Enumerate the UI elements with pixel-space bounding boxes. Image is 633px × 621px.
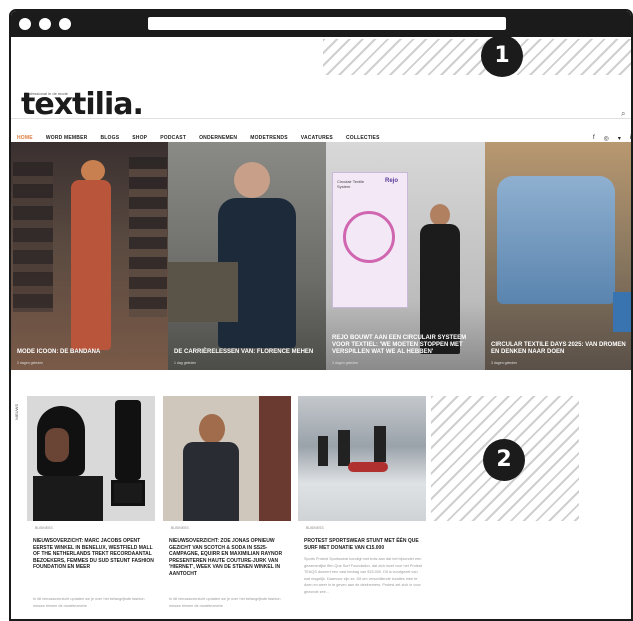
section-label: NIEUWS: [14, 404, 19, 420]
hero-date: 2 dagen geleden: [17, 361, 44, 365]
window-maximize-dot[interactable]: [59, 18, 71, 30]
card-tag: BUSINESS: [35, 526, 53, 530]
circular-diagram-image: [343, 211, 395, 263]
poster-title: Circulair Textile System: [337, 179, 365, 189]
card-title[interactable]: NIEUWSOVERZICHT: MARC JACOBS OPENT EERST…: [33, 538, 155, 571]
card-title[interactable]: PROTEST SPORTSWEAR STUNT MET ÉÉN QUE SUR…: [304, 538, 426, 551]
side-photo-image: [259, 396, 291, 521]
card-tag: BUSINESS: [171, 526, 189, 530]
hero-date: 1 dag geleden: [174, 361, 197, 365]
hero-article-1[interactable]: MODE ICOON: DE BANDANA 2 dagen geleden: [11, 142, 168, 370]
article-image: [298, 396, 426, 521]
hero-article-3[interactable]: Circulair Textile System Rejo REJO BOUWT…: [326, 142, 485, 370]
hero-caption: CIRCULAR TEXTILE DAYS 2025: VAN DROMEN E…: [491, 342, 626, 355]
social-links: f ◎ ▾ in: [584, 135, 631, 142]
article-image: [163, 396, 291, 521]
surfer-image: [338, 430, 350, 466]
browser-window: 1 Professional in de mode textilia. ⌕ HO…: [9, 9, 633, 621]
model-head-image: [199, 414, 225, 444]
ad-placeholder-top: [323, 39, 631, 75]
hero-article-2[interactable]: DE CARRIÈRELESSEN VAN: FLORENCE MEHEN 1 …: [168, 142, 326, 370]
hero-caption: DE CARRIÈRELESSEN VAN: FLORENCE MEHEN: [174, 349, 314, 355]
instagram-icon[interactable]: ◎: [604, 135, 609, 142]
address-bar[interactable]: [148, 17, 506, 30]
bag-image: [111, 480, 145, 506]
site-logo[interactable]: textilia.: [21, 87, 144, 122]
surfboard-image: [348, 462, 388, 472]
denim-jacket-image: [497, 176, 615, 304]
model-tank-image: [183, 442, 239, 521]
poster-brand: Rejo: [385, 178, 399, 184]
model-head-image: [81, 160, 105, 182]
hero-date: 3 dagen geleden: [332, 361, 359, 365]
window-minimize-dot[interactable]: [39, 18, 51, 30]
article-card-2[interactable]: BUSINESS NIEUWSOVERZICHT: ZOE JONAS OPNI…: [163, 396, 291, 608]
surfer-image: [374, 426, 386, 462]
hero-date: 3 dagen geleden: [491, 361, 518, 365]
glove-image: [115, 400, 141, 480]
display-sign-image: [613, 292, 631, 332]
card-tag: BUSINESS: [306, 526, 324, 530]
hero-caption: MODE ICOON: DE BANDANA: [17, 349, 101, 355]
person-head-image: [430, 204, 450, 226]
surfer-image: [318, 436, 328, 466]
card-excerpt: Sports Protest Sportswear kondigt met tr…: [304, 557, 422, 594]
article-image: [27, 396, 155, 521]
hero-caption: REJO BOUWT AAN EEN CIRCULAIR SYSTEEM VOO…: [332, 335, 467, 355]
article-card-3[interactable]: BUSINESS PROTEST SPORTSWEAR STUNT MET ÉÉ…: [298, 396, 426, 594]
twitter-icon[interactable]: ▾: [618, 135, 621, 142]
browser-titlebar: [11, 11, 631, 37]
card-excerpt: In dit nieuwsoverzicht updaten we je ove…: [33, 597, 145, 608]
article-card-1[interactable]: BUSINESS NIEUWSOVERZICHT: MARC JACOBS OP…: [27, 396, 155, 608]
facebook-icon[interactable]: f: [593, 135, 595, 142]
header-divider: [11, 118, 631, 119]
crowd-image: [129, 157, 167, 317]
model-outfit-image: [71, 180, 111, 350]
card-title[interactable]: NIEUWSOVERZICHT: ZOE JONAS OPNIEUW GEZIC…: [169, 538, 291, 577]
window-close-dot[interactable]: [19, 18, 31, 30]
person-head-image: [234, 162, 270, 198]
outfit-image: [33, 476, 103, 521]
callout-badge-2: 2: [483, 439, 525, 481]
crowd-image: [13, 162, 53, 312]
face-image: [45, 428, 69, 462]
workbench-image: [168, 262, 238, 322]
hero-article-4[interactable]: CIRCULAR TEXTILE DAYS 2025: VAN DROMEN E…: [485, 142, 631, 370]
card-excerpt: In dit nieuwsoverzicht updaten we je ove…: [169, 597, 281, 608]
rejo-poster-image: Circulair Textile System Rejo: [332, 172, 408, 308]
callout-badge-1: 1: [481, 35, 523, 77]
